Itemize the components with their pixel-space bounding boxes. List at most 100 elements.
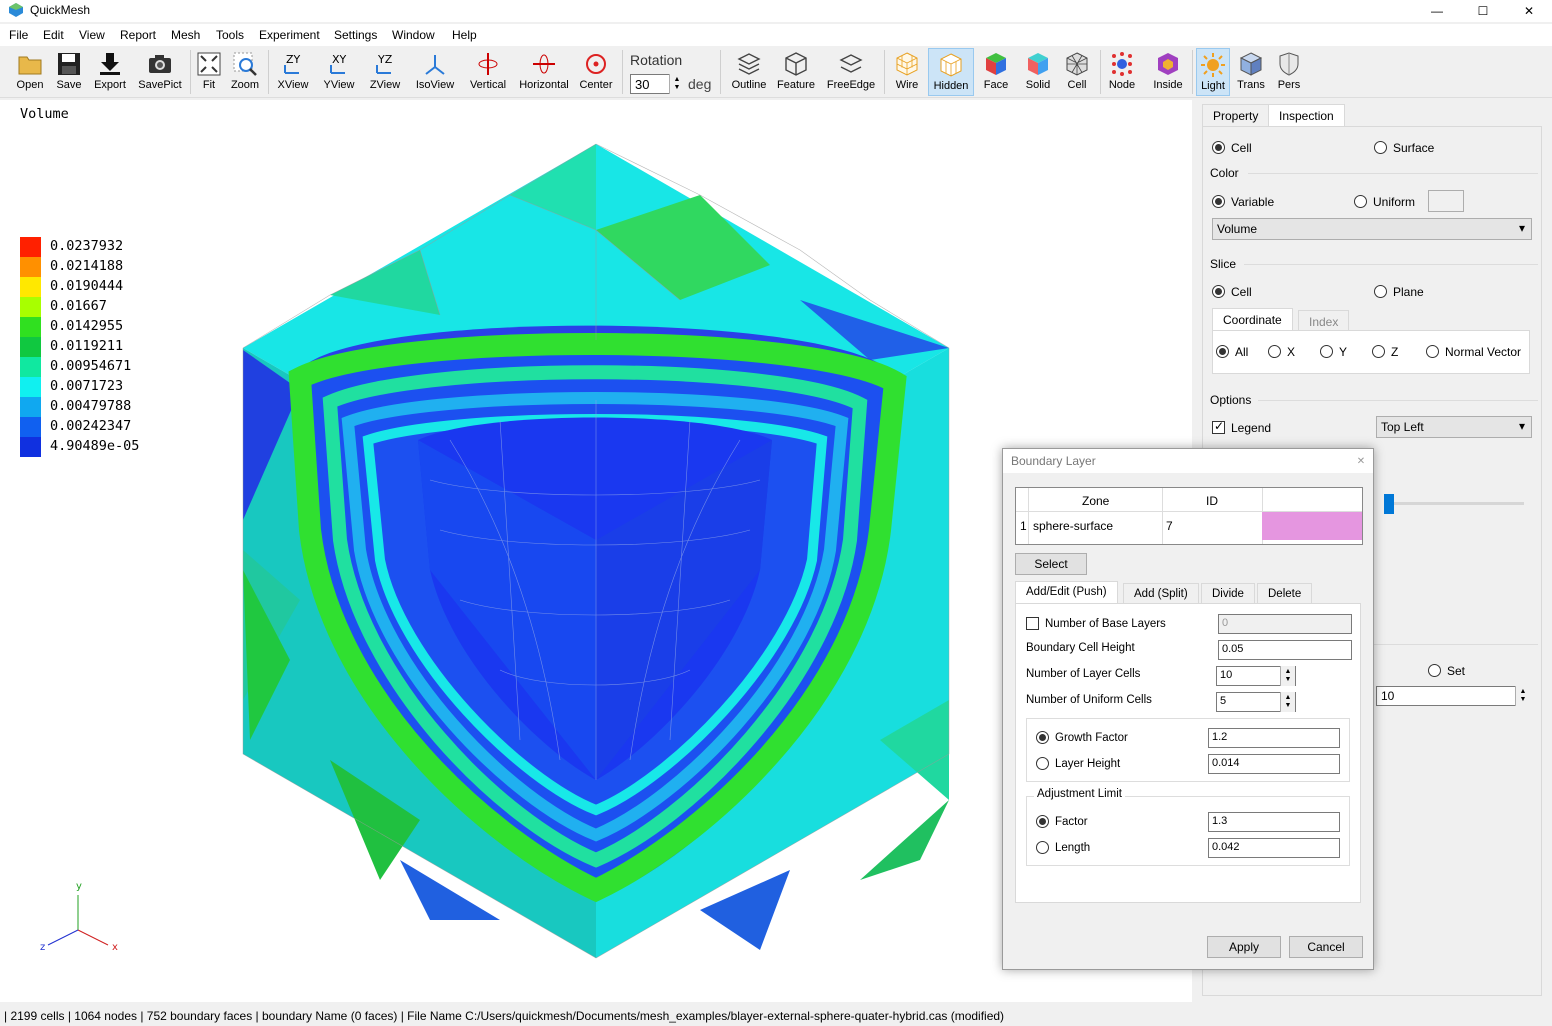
- cell-height-field[interactable]: 0.05: [1218, 640, 1352, 660]
- factor-field[interactable]: 1.3: [1208, 812, 1340, 832]
- legend-row: 4.90489e-05: [20, 437, 139, 457]
- coord-x-radio[interactable]: X: [1268, 344, 1295, 359]
- layer-height-radio[interactable]: Layer Height: [1036, 756, 1120, 771]
- savepict-button[interactable]: SavePict: [136, 48, 184, 96]
- vertical-button[interactable]: Vertical: [466, 48, 510, 96]
- target-icon: [586, 54, 606, 74]
- uniform-radio[interactable]: Uniform: [1354, 194, 1415, 209]
- length-field[interactable]: 0.042: [1208, 838, 1340, 858]
- rotation-spinbox[interactable]: 30 ▲ ▼: [630, 74, 684, 94]
- coord-all-radio[interactable]: All: [1216, 344, 1248, 359]
- tab-inspection[interactable]: Inspection: [1268, 104, 1345, 126]
- solid-button[interactable]: Solid: [1020, 48, 1056, 96]
- maximize-button[interactable]: ☐: [1460, 0, 1506, 22]
- minimize-button[interactable]: —: [1414, 0, 1460, 22]
- rotation-stepper[interactable]: ▲ ▼: [669, 74, 684, 94]
- layer-height-field[interactable]: 0.014: [1208, 754, 1340, 774]
- length-radio[interactable]: Length: [1036, 840, 1090, 855]
- uniform-color-swatch[interactable]: [1428, 190, 1464, 212]
- status-bar: | 2199 cells | 1064 nodes | 752 boundary…: [0, 1004, 1552, 1026]
- light-button[interactable]: Light: [1196, 48, 1230, 96]
- feature-button[interactable]: Feature: [774, 48, 818, 96]
- coord-normal-radio[interactable]: Normal Vector: [1426, 344, 1521, 359]
- freeedge-button[interactable]: FreeEdge: [824, 48, 878, 96]
- fit-button[interactable]: Fit: [194, 48, 224, 96]
- tab-delete[interactable]: Delete: [1257, 583, 1313, 605]
- legend-swatch: [20, 317, 41, 337]
- legend-checkbox[interactable]: Legend: [1212, 419, 1271, 435]
- table-row[interactable]: 1 sphere-surface 7: [1016, 512, 1362, 540]
- menu-settings[interactable]: Settings: [334, 28, 377, 42]
- tab-index[interactable]: Index: [1298, 310, 1350, 332]
- tab-property[interactable]: Property: [1202, 104, 1270, 126]
- set-spinbox[interactable]: 10 ▲ ▼: [1376, 686, 1530, 706]
- wire-button[interactable]: Wire: [890, 48, 924, 96]
- free-edge-icon: [839, 54, 863, 73]
- cell-radio[interactable]: Cell: [1212, 140, 1252, 155]
- center-button[interactable]: Center: [576, 48, 616, 96]
- tab-add-edit-push[interactable]: Add/Edit (Push): [1015, 581, 1118, 603]
- slider-thumb[interactable]: [1384, 494, 1394, 514]
- variable-radio[interactable]: Variable: [1212, 194, 1274, 209]
- zview-button[interactable]: YZ ZView: [366, 48, 404, 96]
- menu-experiment[interactable]: Experiment: [259, 28, 320, 42]
- xview-button[interactable]: ZY XView: [274, 48, 312, 96]
- coord-y-radio[interactable]: Y: [1320, 344, 1347, 359]
- base-layers-checkbox[interactable]: Number of Base Layers: [1026, 616, 1166, 631]
- cell-mesh-icon: [1066, 52, 1088, 76]
- menu-window[interactable]: Window: [392, 28, 435, 42]
- yview-button[interactable]: XY YView: [320, 48, 358, 96]
- layer-cells-spinbox[interactable]: 10 ▲ ▼: [1216, 666, 1296, 686]
- menu-report[interactable]: Report: [120, 28, 156, 42]
- legend-value: 0.0119211: [50, 338, 124, 354]
- axis-y-label: y: [76, 881, 82, 892]
- cell-button[interactable]: Cell: [1060, 48, 1094, 96]
- download-icon: [100, 53, 120, 75]
- menu-tools[interactable]: Tools: [216, 28, 244, 42]
- menu-edit[interactable]: Edit: [43, 28, 64, 42]
- tab-divide[interactable]: Divide: [1201, 583, 1255, 605]
- node-button[interactable]: Node: [1104, 48, 1140, 96]
- outline-button[interactable]: Outline: [728, 48, 770, 96]
- export-button[interactable]: Export: [90, 48, 130, 96]
- slice-cell-radio[interactable]: Cell: [1212, 284, 1252, 299]
- tab-add-split[interactable]: Add (Split): [1123, 583, 1199, 605]
- save-button[interactable]: Save: [52, 48, 86, 96]
- open-button[interactable]: Open: [12, 48, 48, 96]
- z-axis-view-icon: YZ: [376, 53, 393, 74]
- menu-help[interactable]: Help: [452, 28, 477, 42]
- uniform-cells-spinbox[interactable]: 5 ▲ ▼: [1216, 692, 1296, 712]
- legend-position-select[interactable]: Top Left: [1376, 416, 1532, 438]
- solid-cube-icon: [1028, 53, 1048, 75]
- menu-mesh[interactable]: Mesh: [171, 28, 200, 42]
- horizontal-button[interactable]: Horizontal: [516, 48, 572, 96]
- hidden-button[interactable]: Hidden: [928, 48, 974, 96]
- surface-radio[interactable]: Surface: [1374, 140, 1434, 155]
- isoview-button[interactable]: IsoView: [412, 48, 458, 96]
- trans-button[interactable]: Trans: [1234, 48, 1268, 96]
- growth-factor-field[interactable]: 1.2: [1208, 728, 1340, 748]
- menu-file[interactable]: File: [9, 28, 28, 42]
- legend-value: 0.0190444: [50, 278, 124, 294]
- axis-x-label: x: [112, 942, 118, 953]
- cancel-button[interactable]: Cancel: [1289, 936, 1363, 958]
- tab-coordinate[interactable]: Coordinate: [1212, 308, 1293, 330]
- close-button[interactable]: ✕: [1506, 0, 1552, 22]
- slice-plane-radio[interactable]: Plane: [1374, 284, 1424, 299]
- set-radio[interactable]: Set: [1428, 663, 1465, 678]
- select-button[interactable]: Select: [1015, 553, 1087, 575]
- factor-radio[interactable]: Factor: [1036, 814, 1088, 829]
- face-button[interactable]: Face: [978, 48, 1014, 96]
- growth-factor-radio[interactable]: Growth Factor: [1036, 730, 1128, 745]
- pers-button[interactable]: Pers: [1272, 48, 1306, 96]
- folder-icon: [18, 56, 42, 75]
- adjustment-limit-label: Adjustment Limit: [1034, 788, 1126, 800]
- menu-view[interactable]: View: [79, 28, 105, 42]
- coord-z-radio[interactable]: Z: [1372, 344, 1398, 359]
- dialog-close-icon[interactable]: ✕: [1353, 453, 1369, 469]
- title-bar: QuickMesh — ☐ ✕: [0, 0, 1552, 22]
- zoom-button[interactable]: Zoom: [228, 48, 262, 96]
- apply-button[interactable]: Apply: [1207, 936, 1281, 958]
- inside-button[interactable]: Inside: [1150, 48, 1186, 96]
- variable-select[interactable]: Volume: [1212, 218, 1532, 240]
